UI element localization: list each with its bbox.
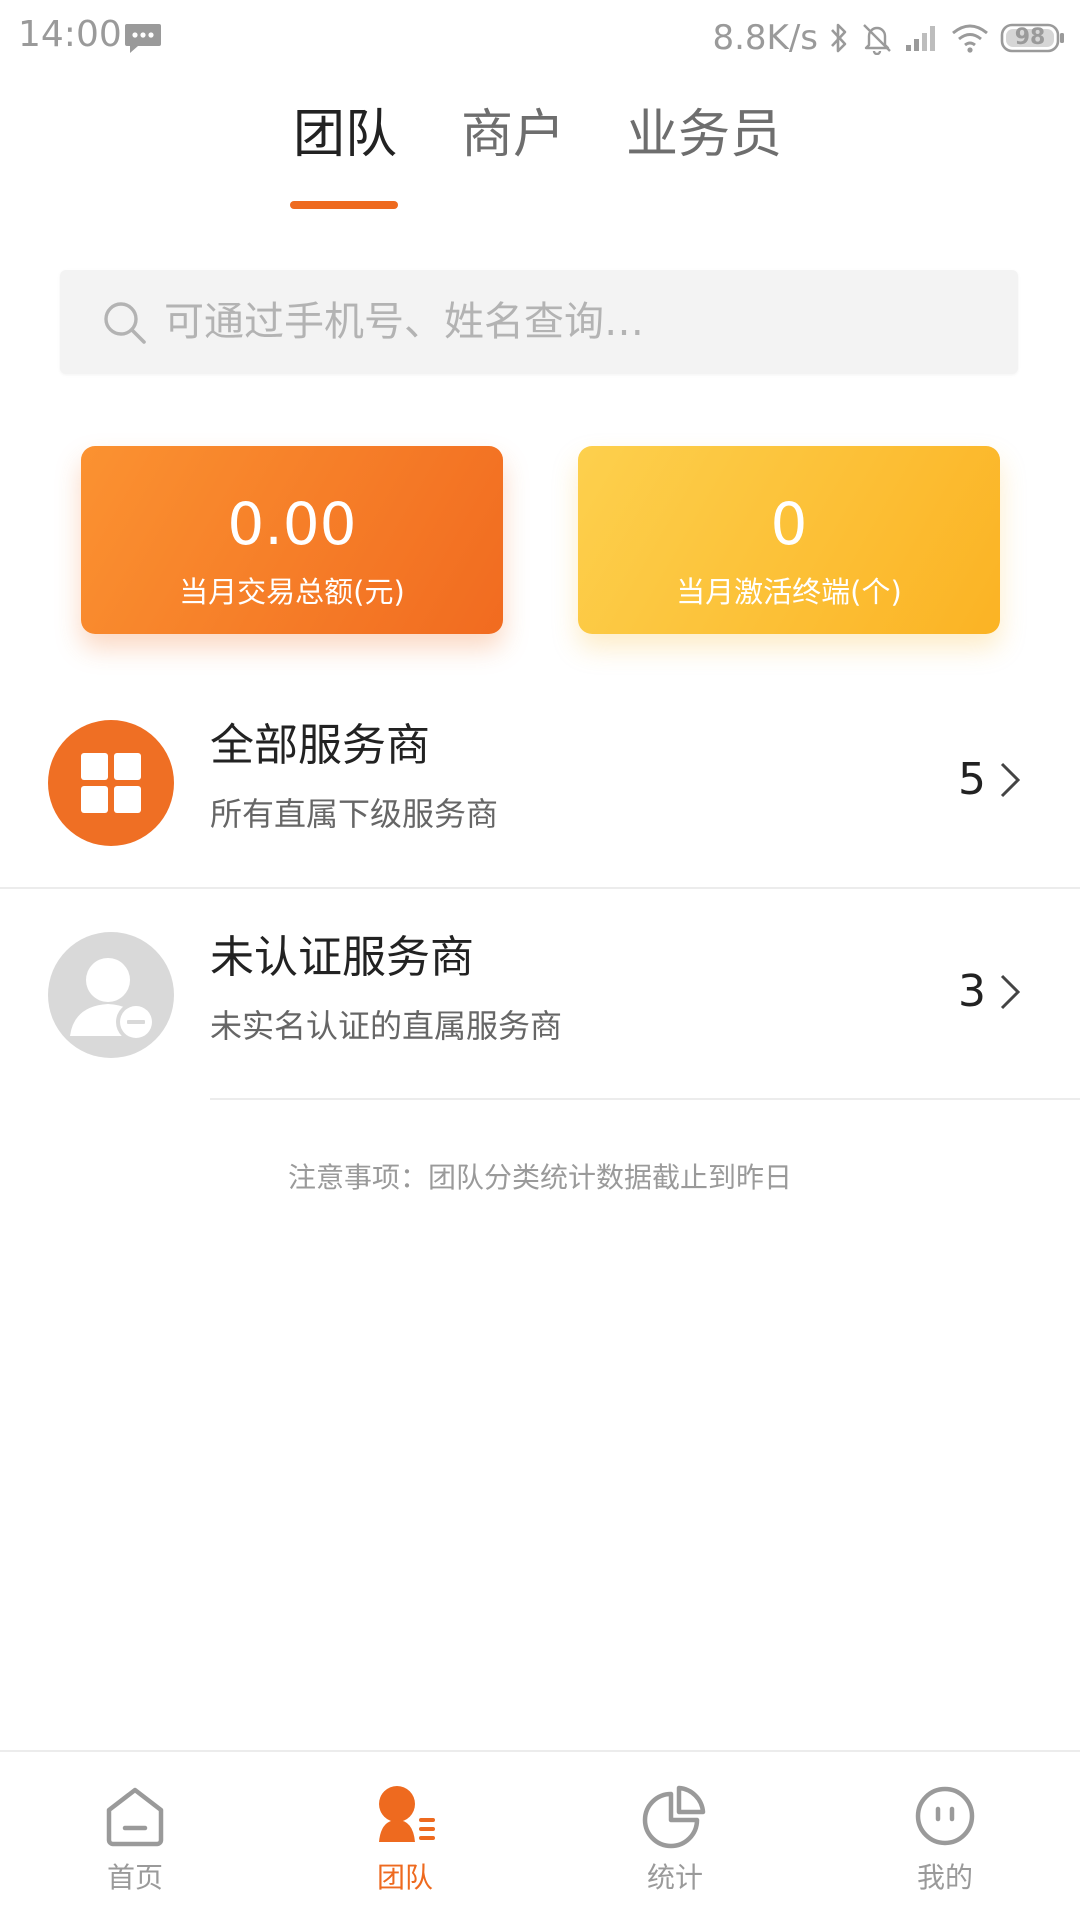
monthly-amount-card[interactable]: 0.00 当月交易总额(元) — [81, 446, 503, 634]
home-icon — [106, 1787, 164, 1847]
nav-label: 团队 — [376, 1861, 433, 1894]
wifi-icon — [952, 24, 988, 53]
top-tabs: 团队 商户 业务员 — [0, 100, 1080, 210]
search-icon — [104, 302, 146, 344]
bottom-nav: 首页 团队 统计 我的 — [0, 1750, 1080, 1922]
activated-terminals-card[interactable]: 0 当月激活终端(个) — [578, 446, 1000, 634]
bluetooth-icon — [831, 23, 847, 53]
row-title: 全部服务商 — [210, 720, 430, 771]
signal-icon — [906, 26, 935, 51]
battery-icon: 98 — [1000, 22, 1066, 54]
all-providers-row[interactable]: 全部服务商 所有直属下级服务商 5 — [0, 678, 1080, 888]
monthly-amount-value: 0.00 — [227, 490, 357, 558]
nav-home[interactable]: 首页 — [35, 1752, 235, 1922]
status-time: 14:00 — [18, 14, 122, 55]
tab-merchant[interactable]: 商户 — [458, 100, 568, 170]
row-subtitle: 所有直属下级服务商 — [210, 795, 499, 833]
search-input[interactable]: 可通过手机号、姓名查询… — [60, 270, 1018, 374]
divider — [0, 887, 1080, 889]
profile-icon — [915, 1786, 975, 1846]
nav-label: 统计 — [646, 1861, 703, 1894]
nav-label: 首页 — [106, 1861, 163, 1894]
active-tab-indicator — [290, 201, 398, 209]
mute-bell-icon — [863, 24, 891, 55]
row-count: 3 — [958, 966, 986, 1017]
nav-team[interactable]: 团队 — [305, 1752, 505, 1922]
grid-icon — [48, 720, 174, 846]
row-subtitle: 未实名认证的直属服务商 — [210, 1007, 563, 1045]
network-speed: 8.8K/s — [712, 18, 818, 58]
unverified-providers-row[interactable]: 未认证服务商 未实名认证的直属服务商 3 — [0, 890, 1080, 1100]
activated-terminals-label: 当月激活终端(个) — [676, 575, 902, 609]
divider — [210, 1098, 1080, 1100]
monthly-amount-label: 当月交易总额(元) — [179, 575, 405, 609]
activated-terminals-value: 0 — [770, 490, 808, 558]
row-count: 5 — [958, 754, 986, 805]
row-title: 未认证服务商 — [210, 932, 474, 983]
nav-mine[interactable]: 我的 — [845, 1752, 1045, 1922]
user-minus-icon — [48, 932, 174, 1058]
nav-stats[interactable]: 统计 — [575, 1752, 775, 1922]
pie-chart-icon — [642, 1785, 706, 1849]
search-placeholder: 可通过手机号、姓名查询… — [164, 299, 644, 345]
chevron-right-icon — [1000, 762, 1021, 798]
message-icon — [125, 24, 161, 53]
tab-salesman[interactable]: 业务员 — [622, 100, 786, 170]
battery-level: 98 — [1014, 25, 1046, 50]
nav-label: 我的 — [916, 1861, 973, 1894]
team-icon — [379, 1786, 435, 1842]
chevron-right-icon — [1000, 974, 1021, 1010]
notice-text: 注意事项：团队分类统计数据截止到昨日 — [287, 1161, 792, 1194]
tab-team[interactable]: 团队 — [290, 100, 400, 170]
status-bar: 14:00 8.8K/s 98 — [0, 0, 1080, 76]
